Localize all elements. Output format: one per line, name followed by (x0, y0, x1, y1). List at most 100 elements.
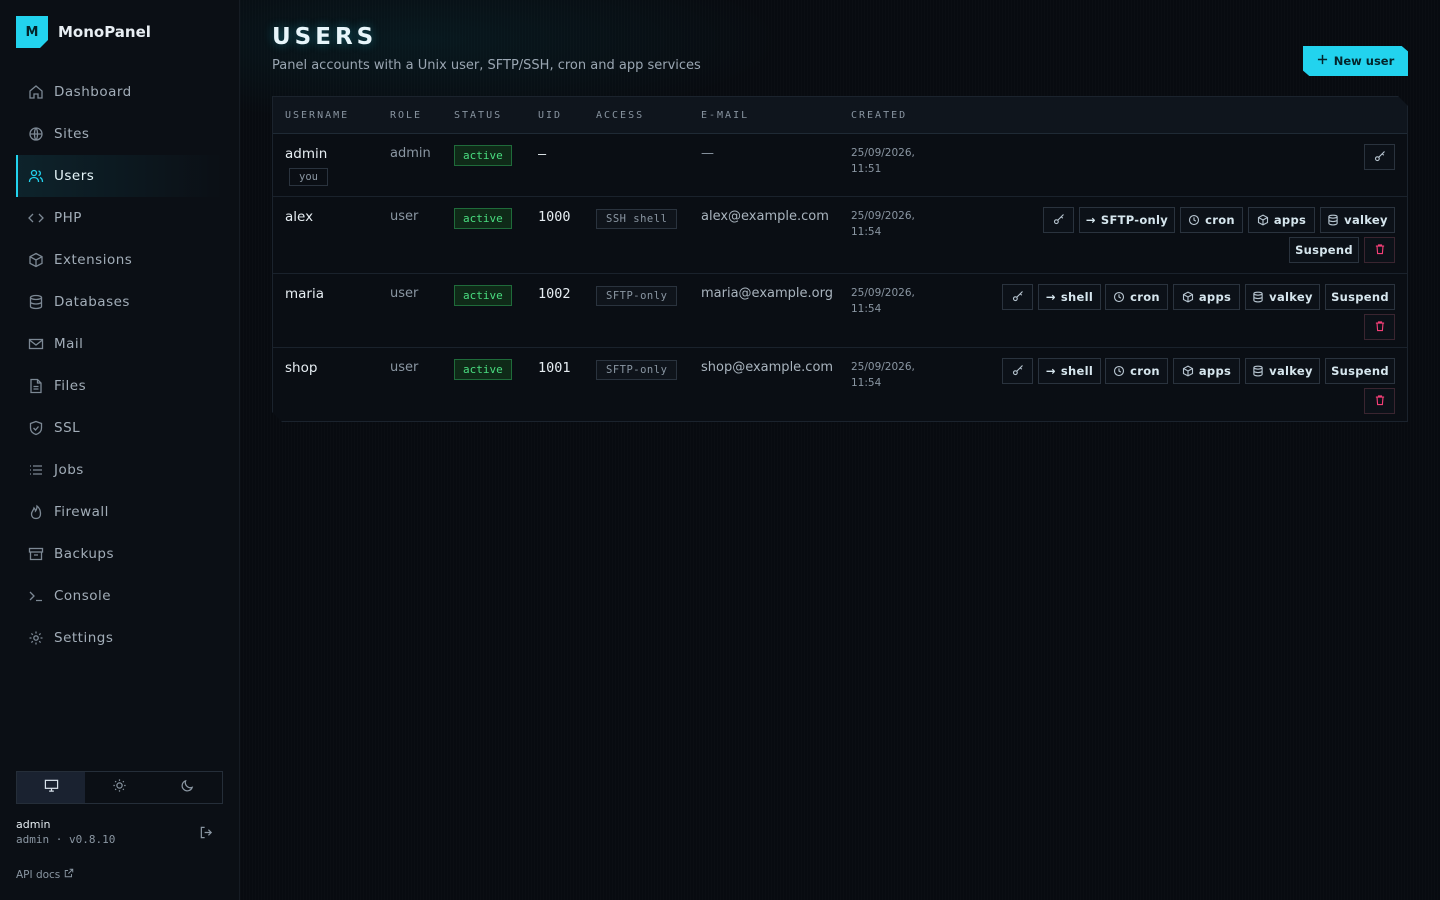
current-user-name: admin (16, 818, 51, 831)
access-badge: SFTP-only (596, 286, 677, 306)
delete-button[interactable] (1364, 237, 1395, 263)
valkey-label: valkey (1269, 290, 1313, 304)
valkey-button[interactable]: valkey (1320, 207, 1395, 233)
theme-dark-button[interactable] (154, 772, 222, 803)
cron-button[interactable]: cron (1105, 358, 1168, 384)
column-header-username[interactable]: USERNAME (285, 110, 349, 121)
key-icon (1012, 364, 1024, 379)
logout-icon (199, 825, 214, 844)
switch-access-button[interactable]: → SFTP-only (1079, 207, 1175, 233)
sidebar-item-label: Settings (54, 630, 114, 646)
sidebar-item-label: Mail (54, 336, 84, 352)
cron-button[interactable]: cron (1180, 207, 1243, 233)
package-icon (28, 252, 44, 268)
key-icon (1012, 290, 1024, 305)
table-header: USERNAME ROLE STATUS UID ACCESS E-MAIL C… (273, 97, 1407, 134)
row-created-time: 11:54 (851, 303, 882, 315)
sidebar-item-backups[interactable]: Backups (16, 533, 224, 575)
valkey-label: valkey (1344, 213, 1388, 227)
switch-access-button[interactable]: → shell (1038, 284, 1101, 310)
gear-icon (28, 630, 44, 646)
cron-button[interactable]: cron (1105, 284, 1168, 310)
shield-icon (28, 420, 44, 436)
switch-access-label: SFTP-only (1100, 213, 1169, 227)
reset-password-button[interactable] (1002, 284, 1033, 310)
column-header-created[interactable]: CREATED (851, 110, 907, 121)
row-created-date: 25/09/2026, (851, 147, 915, 159)
list-icon (28, 462, 44, 478)
delete-button[interactable] (1364, 388, 1395, 414)
valkey-button[interactable]: valkey (1245, 358, 1320, 384)
sidebar-item-users[interactable]: Users (16, 155, 224, 197)
theme-light-button[interactable] (85, 772, 153, 803)
sidebar-item-console[interactable]: Console (16, 575, 224, 617)
sidebar-item-mail[interactable]: Mail (16, 323, 224, 365)
row-uid: 1001 (538, 360, 571, 376)
package-icon (1182, 291, 1194, 303)
apps-label: apps (1273, 213, 1307, 227)
sidebar-nav: Dashboard Sites Users PHP Extensions Dat… (16, 71, 224, 659)
logout-button[interactable] (199, 825, 214, 844)
row-created-date: 25/09/2026, (851, 361, 915, 373)
column-header-role[interactable]: ROLE (390, 110, 422, 121)
apps-label: apps (1198, 364, 1232, 378)
column-header-uid[interactable]: UID (538, 110, 562, 121)
switch-access-button[interactable]: → shell (1038, 358, 1101, 384)
delete-button[interactable] (1364, 314, 1395, 340)
row-username: alex (285, 209, 314, 225)
sidebar-item-label: Console (54, 588, 112, 604)
sidebar-item-settings[interactable]: Settings (16, 617, 224, 659)
row-uid: 1002 (538, 286, 571, 302)
valkey-button[interactable]: valkey (1245, 284, 1320, 310)
globe-icon (28, 126, 44, 142)
sidebar-item-dashboard[interactable]: Dashboard (16, 71, 224, 113)
sidebar-item-label: Sites (54, 126, 90, 142)
row-email: shop@example.com (701, 360, 834, 375)
row-created-date: 25/09/2026, (851, 287, 915, 299)
apps-button[interactable]: apps (1173, 284, 1240, 310)
column-header-access[interactable]: ACCESS (596, 110, 644, 121)
reset-password-button[interactable] (1043, 207, 1074, 233)
theme-system-button[interactable] (17, 772, 86, 803)
terminal-icon (28, 588, 44, 604)
sidebar-item-label: Firewall (54, 504, 109, 520)
new-user-button[interactable]: New user (1303, 46, 1408, 76)
suspend-button[interactable]: Suspend (1325, 358, 1395, 384)
home-icon (28, 84, 44, 100)
sidebar-item-ssl[interactable]: SSL (16, 407, 224, 449)
sidebar-item-firewall[interactable]: Firewall (16, 491, 224, 533)
apps-button[interactable]: apps (1248, 207, 1315, 233)
reset-password-button[interactable] (1364, 144, 1395, 170)
plus-icon (1317, 54, 1328, 68)
column-header-email[interactable]: E-MAIL (701, 110, 749, 121)
package-icon (1182, 365, 1194, 377)
table-row: maria user active 1002 SFTP-only maria@e… (273, 274, 1407, 348)
row-email: maria@example.org (701, 286, 833, 301)
brand[interactable]: M MonoPanel (16, 16, 151, 48)
status-badge: active (454, 359, 512, 380)
sidebar: M MonoPanel Dashboard Sites Users PHP Ex… (0, 0, 240, 900)
arrow-right-icon: → (1045, 364, 1056, 378)
cron-label: cron (1130, 290, 1160, 304)
flame-icon (28, 504, 44, 520)
sidebar-item-jobs[interactable]: Jobs (16, 449, 224, 491)
external-link-icon (64, 868, 74, 881)
suspend-label: Suspend (1331, 290, 1389, 304)
column-header-status[interactable]: STATUS (454, 110, 502, 121)
apps-button[interactable]: apps (1173, 358, 1240, 384)
suspend-button[interactable]: Suspend (1325, 284, 1395, 310)
row-uid: 1000 (538, 209, 571, 225)
row-email: — (701, 146, 714, 161)
sidebar-item-extensions[interactable]: Extensions (16, 239, 224, 281)
reset-password-button[interactable] (1002, 358, 1033, 384)
sidebar-item-files[interactable]: Files (16, 365, 224, 407)
row-created-date: 25/09/2026, (851, 210, 915, 222)
sidebar-item-sites[interactable]: Sites (16, 113, 224, 155)
sidebar-item-php[interactable]: PHP (16, 197, 224, 239)
sidebar-item-databases[interactable]: Databases (16, 281, 224, 323)
row-username: admin (285, 146, 328, 162)
you-badge: you (289, 168, 328, 186)
trash-icon (1374, 320, 1386, 335)
suspend-button[interactable]: Suspend (1289, 237, 1359, 263)
api-docs-link[interactable]: API docs (16, 868, 74, 881)
